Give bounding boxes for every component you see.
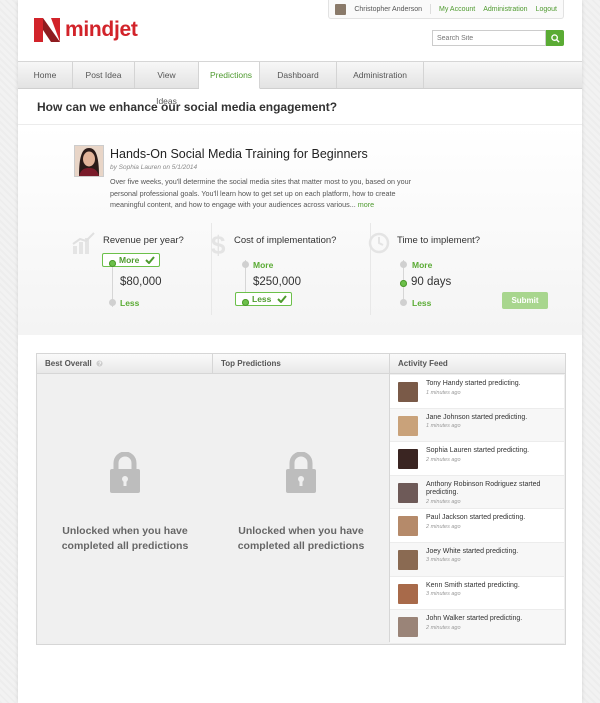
panels: Best Overall ? Top Predictions Activity … [36,353,566,645]
idea-description: Over five weeks, you'll determine the so… [110,177,411,209]
activity-feed: Tony Handy started predicting. 1 minutes … [390,375,564,644]
feed-item[interactable]: Sophia Lauren started predicting. 2 minut… [390,442,564,476]
slider-dot-more[interactable] [400,261,407,268]
page: Christopher Anderson My Account Administ… [18,0,582,703]
avatar [398,617,418,638]
idea-title[interactable]: Hands-On Social Media Training for Begin… [110,147,368,161]
check-icon [144,256,155,265]
tab-post-idea[interactable]: Post Idea [73,62,135,88]
page-title: How can we enhance our social media enga… [37,100,338,114]
info-icon[interactable]: ? [96,360,103,368]
user-avatar [335,3,347,15]
administration-link[interactable]: Administration [483,6,527,13]
feed-item[interactable]: Anthony Robinson Rodriguez started predi… [390,475,564,510]
slider-dot-middle[interactable] [400,280,407,287]
chart-icon [72,232,95,254]
option-less[interactable]: Less [412,298,431,308]
criterion-value: $250,000 [253,276,301,288]
criterion-value: 90 days [411,276,452,288]
tab-dashboard[interactable]: Dashboard [260,62,337,88]
clock-icon [368,232,390,254]
avatar [398,449,418,470]
criterion-label: Revenue per year? [103,235,184,246]
more-link[interactable]: more [358,200,374,209]
feed-item[interactable]: Jane Johnson started predicting. 1 minute… [390,408,564,443]
avatar [398,382,418,402]
top-predictions-panel: Unlocked when you have completed all pre… [213,374,390,642]
logo[interactable]: mindjet [34,18,138,42]
criterion-label: Time to implement? [397,235,481,246]
slider-dot-less[interactable] [109,299,116,306]
slider-dot-more[interactable] [242,261,249,268]
logout-link[interactable]: Logout [536,6,557,13]
option-more[interactable]: More [412,260,432,270]
logo-text: mindjet [65,18,138,41]
avatar [398,583,418,604]
slider-dot-more[interactable] [109,260,116,267]
feed-item[interactable]: Kenn Smith started predicting. 3 minutes … [390,576,564,611]
svg-text:?: ? [98,362,101,367]
search-input[interactable] [432,30,546,46]
panel-header-best-overall: Best Overall ? [37,354,213,374]
locked-message: Unlocked when you have completed all pre… [237,525,365,552]
idea-card: Hands-On Social Media Training for Begin… [18,125,582,335]
avatar [398,549,418,570]
avatar [398,482,418,503]
criterion-value: $80,000 [120,276,162,288]
feed-item[interactable]: Tony Handy started predicting. 1 minutes … [390,375,564,409]
mindjet-logo-icon [34,18,60,42]
dollar-icon: $ [211,232,226,258]
feed-item[interactable]: Paul Jackson started predicting. 2 minute… [390,509,564,543]
slider-dot-less[interactable] [400,299,407,306]
search-button[interactable] [546,30,564,46]
tab-administration[interactable]: Administration [337,62,424,88]
tab-home[interactable]: Home [18,62,73,88]
criterion-revenue: Revenue per year? More $80,000 Less [72,232,222,322]
criterion-cost: $ Cost of implementation? More $250,000 … [210,232,360,322]
submit-button[interactable]: Submit [502,292,548,309]
lock-icon [110,452,140,493]
my-account-link[interactable]: My Account [439,6,475,13]
avatar [398,516,418,537]
best-overall-panel: Unlocked when you have completed all pre… [37,374,214,642]
panel-header-activity-feed: Activity Feed [390,354,565,374]
user-name: Christopher Anderson [354,5,423,13]
feed-item[interactable]: John Walker started predicting. 2 minutes… [390,610,564,644]
idea-byline: by Sophia Lauren on 5/1/2014 [110,164,198,171]
locked-message: Unlocked when you have completed all pre… [61,525,189,552]
avatar [398,415,418,436]
lock-icon [286,452,316,493]
panel-header-top-predictions: Top Predictions [213,354,390,374]
tab-view-ideas[interactable]: View Ideas [135,62,199,106]
search [432,30,564,46]
svg-text:$: $ [211,232,226,258]
main-nav: Home Post Idea View Ideas Predictions Da… [18,61,582,106]
check-icon [277,295,287,304]
tab-predictions[interactable]: Predictions [199,62,260,89]
feed-item[interactable]: Joey White started predicting. 3 minutes … [390,542,564,577]
author-avatar [74,145,104,177]
criterion-time: Time to implement? More 90 days Less [368,232,518,322]
criterion-label: Cost of implementation? [234,235,337,246]
search-icon [550,33,560,43]
user-bar: Christopher Anderson My Account Administ… [328,0,564,19]
option-less[interactable]: Less [120,298,139,308]
slider-dot-less[interactable] [242,299,249,306]
option-more[interactable]: More [253,260,273,270]
